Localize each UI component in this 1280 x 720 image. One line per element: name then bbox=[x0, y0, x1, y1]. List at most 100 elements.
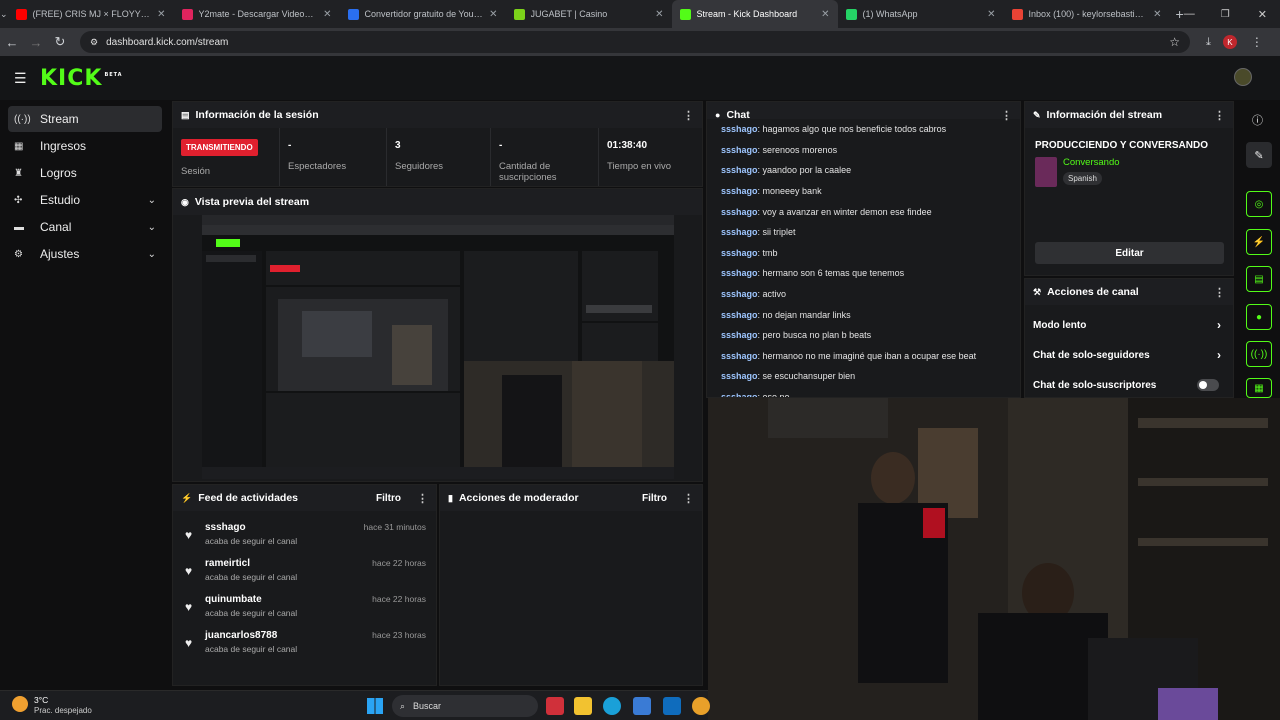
browser-tab[interactable]: Convertidor gratuito de YouTub ✕ bbox=[340, 0, 506, 28]
minimize-button[interactable]: — bbox=[1184, 8, 1195, 20]
chat-username[interactable]: ssshago bbox=[721, 186, 758, 196]
trophy-icon: ♜ bbox=[14, 167, 23, 179]
close-window-button[interactable]: ✕ bbox=[1258, 8, 1267, 21]
edge-icon[interactable] bbox=[603, 697, 621, 715]
sidebar-item-logros[interactable]: ♜ Logros bbox=[8, 160, 162, 186]
activity-user[interactable]: rameirticl bbox=[205, 558, 297, 569]
tab-close-icon[interactable]: ✕ bbox=[489, 9, 497, 20]
chevron-down-icon[interactable]: ⌄ bbox=[148, 249, 156, 260]
outlook-icon[interactable] bbox=[663, 697, 681, 715]
sidebar-item-canal[interactable]: ▬ Canal ⌄ bbox=[8, 214, 162, 240]
chat-username[interactable]: ssshago bbox=[721, 268, 758, 278]
mod-filter-button[interactable]: Filtro bbox=[642, 493, 667, 504]
sidebar-item-ingresos[interactable]: ▦ Ingresos bbox=[8, 133, 162, 159]
chevron-right-icon[interactable]: › bbox=[1217, 348, 1221, 362]
chat-username[interactable]: ssshago bbox=[721, 227, 758, 237]
edit-stream-button[interactable]: Editar bbox=[1035, 242, 1224, 264]
activity-user[interactable]: quinumbate bbox=[205, 594, 297, 605]
tab-close-icon[interactable]: ✕ bbox=[987, 9, 995, 20]
chat-username[interactable]: ssshago bbox=[721, 289, 758, 299]
file-explorer-icon[interactable] bbox=[574, 697, 592, 715]
chevron-down-icon[interactable]: ⌄ bbox=[148, 222, 156, 233]
browser-tab[interactable]: Stream - Kick Dashboard ✕ bbox=[671, 0, 838, 28]
toggle-switch[interactable] bbox=[1197, 379, 1219, 391]
bookmark-star-icon[interactable]: ☆ bbox=[1169, 35, 1180, 49]
preview-title: Vista previa del stream bbox=[194, 196, 310, 208]
browser-tab[interactable]: Inbox (100) - keylorsebastian6 ✕ bbox=[1004, 0, 1170, 28]
rail-more-button[interactable]: ▦ bbox=[1246, 378, 1272, 398]
chevron-right-icon[interactable]: › bbox=[1217, 318, 1221, 332]
stream-info-more-icon[interactable]: ⋮ bbox=[1214, 109, 1225, 122]
channel-actions-more-icon[interactable]: ⋮ bbox=[1214, 286, 1225, 299]
tab-close-icon[interactable]: ✕ bbox=[157, 9, 165, 20]
tab-strip: (FREE) CRIS MJ × FLOYY MENO✕Y2mate - Des… bbox=[8, 0, 1170, 28]
url-bar[interactable]: ⚙ dashboard.kick.com/stream ☆ bbox=[80, 31, 1190, 53]
rail-doc-button[interactable]: ▤ bbox=[1246, 266, 1272, 292]
activity-user[interactable]: juancarlos8788 bbox=[205, 630, 297, 641]
browser-tab[interactable]: (1) WhatsApp ✕ bbox=[838, 0, 1004, 28]
session-more-icon[interactable]: ⋮ bbox=[683, 109, 694, 122]
taskbar-search[interactable]: ⌕ Buscar bbox=[392, 695, 538, 717]
chat-username[interactable]: ssshago bbox=[721, 310, 758, 320]
channel-action-row[interactable]: Chat de solo-seguidores › bbox=[1025, 340, 1233, 370]
tab-close-icon[interactable]: ✕ bbox=[655, 9, 663, 20]
rail-lightning-button[interactable]: ⚡ bbox=[1246, 229, 1272, 255]
chat-message: ssshago: activo bbox=[707, 284, 1020, 305]
tab-search-icon[interactable]: ⌄ bbox=[0, 9, 8, 20]
chrome-icon[interactable] bbox=[692, 697, 710, 715]
chat-username[interactable]: ssshago bbox=[721, 124, 758, 134]
app-red-icon[interactable] bbox=[546, 697, 564, 715]
activity-more-icon[interactable]: ⋮ bbox=[417, 492, 428, 505]
tab-close-icon[interactable]: ✕ bbox=[1153, 9, 1161, 20]
stream-preview-video[interactable] bbox=[202, 215, 674, 479]
tab-close-icon[interactable]: ✕ bbox=[323, 9, 331, 20]
browser-menu-icon[interactable]: ⋮ bbox=[1251, 35, 1263, 49]
activity-filter-button[interactable]: Filtro bbox=[376, 493, 401, 504]
forward-icon[interactable]: → bbox=[24, 35, 48, 50]
browser-tab[interactable]: Y2mate - Descargar Videos de Y ✕ bbox=[174, 0, 340, 28]
browser-tab[interactable]: (FREE) CRIS MJ × FLOYY MENO ✕ bbox=[8, 0, 174, 28]
site-info-icon[interactable]: ⚙ bbox=[90, 37, 98, 48]
windows-start-icon[interactable] bbox=[367, 698, 383, 714]
category-name[interactable]: Conversando bbox=[1063, 157, 1120, 168]
restore-button[interactable]: ❐ bbox=[1221, 9, 1230, 20]
activity-user[interactable]: ssshago bbox=[205, 522, 297, 533]
profile-avatar[interactable]: K bbox=[1222, 35, 1237, 49]
chat-username[interactable]: ssshago bbox=[721, 145, 758, 155]
user-avatar[interactable] bbox=[1234, 68, 1252, 86]
sidebar-item-stream[interactable]: ((·)) Stream bbox=[8, 106, 162, 132]
chat-username[interactable]: ssshago bbox=[721, 165, 758, 175]
chevron-down-icon[interactable]: ⌄ bbox=[148, 195, 156, 206]
download-icon[interactable]: ⤓ bbox=[1206, 36, 1211, 49]
reload-icon[interactable]: ↻ bbox=[48, 34, 72, 50]
rail-clip-button[interactable]: ◎ bbox=[1246, 191, 1272, 217]
channel-action-row[interactable]: Modo lento › bbox=[1025, 310, 1233, 340]
weather-icon[interactable] bbox=[12, 696, 28, 712]
mod-more-icon[interactable]: ⋮ bbox=[683, 492, 694, 505]
browser-tab[interactable]: JUGABET | Casino ✕ bbox=[506, 0, 672, 28]
sidebar-item-ajustes[interactable]: ⚙ Ajustes ⌄ bbox=[8, 241, 162, 267]
back-icon[interactable]: ← bbox=[0, 35, 24, 50]
chat-username[interactable]: ssshago bbox=[721, 248, 758, 258]
sidebar-item-estudio[interactable]: ✣ Estudio ⌄ bbox=[8, 187, 162, 213]
tab-favicon-icon bbox=[1011, 8, 1023, 20]
info-circle-icon[interactable]: ⓘ bbox=[1252, 112, 1263, 128]
new-tab-button[interactable]: + bbox=[1176, 6, 1184, 22]
chat-username[interactable]: ssshago bbox=[721, 207, 758, 217]
tab-close-icon[interactable]: ✕ bbox=[821, 9, 829, 20]
hamburger-menu-icon[interactable]: ☰ bbox=[14, 70, 27, 87]
session-info-panel: ▤ Información de la sesión ⋮ TRANSMITIEN… bbox=[172, 101, 703, 187]
store-icon[interactable] bbox=[633, 697, 651, 715]
category-thumbnail[interactable] bbox=[1035, 157, 1057, 187]
chat-username[interactable]: ssshago bbox=[721, 351, 758, 361]
channel-icon: ▬ bbox=[14, 221, 24, 233]
channel-action-row[interactable]: Chat de solo-suscriptores bbox=[1025, 370, 1233, 397]
chat-more-icon[interactable]: ⋮ bbox=[1001, 109, 1012, 122]
edit-rail-button[interactable]: ✎ bbox=[1246, 142, 1272, 168]
channel-action-label: Modo lento bbox=[1033, 319, 1087, 331]
kick-logo[interactable]: KICK BETA bbox=[40, 66, 123, 91]
chat-username[interactable]: ssshago bbox=[721, 330, 758, 340]
rail-broadcast-button[interactable]: ((·)) bbox=[1246, 341, 1272, 367]
rail-chat-button[interactable]: ● bbox=[1246, 304, 1272, 330]
chat-username[interactable]: ssshago bbox=[721, 371, 758, 381]
